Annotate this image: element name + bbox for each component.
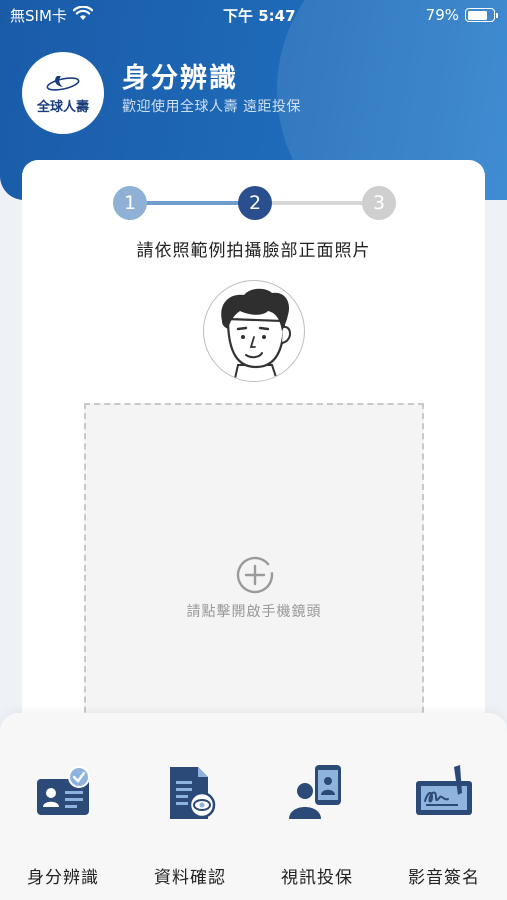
document-eye-icon — [170, 767, 216, 819]
step-2: 2 — [238, 186, 272, 220]
globe-swoosh-icon — [46, 75, 80, 91]
bottom-nav: 身分辨識 資料確認 視訊投保 影音簽名 — [0, 713, 507, 900]
nav-label-identity: 身分辨識 — [27, 868, 99, 888]
step-1: 1 — [113, 186, 147, 220]
page-title: 身分辨識 — [122, 63, 238, 94]
face-illustration-icon — [221, 288, 291, 381]
add-circle-icon — [236, 556, 274, 594]
video-call-icon — [289, 765, 341, 819]
status-bar: 無SIM卡 下午 5:47 79% — [0, 0, 507, 30]
battery-percent: 79% — [425, 6, 459, 24]
status-time: 下午 5:47 — [223, 6, 296, 25]
nav-label-data-confirm: 資料確認 — [154, 868, 226, 888]
instruction-text: 請依照範例拍攝臉部正面照片 — [136, 241, 371, 261]
carrier-label: 無SIM卡 — [10, 6, 67, 25]
face-example-avatar — [203, 280, 305, 382]
nav-label-video-signature: 影音簽名 — [408, 868, 480, 888]
camera-upload-area[interactable]: 請點擊開啟手機鏡頭 — [84, 403, 424, 743]
progress-stepper: 1 2 3 — [113, 186, 396, 220]
main-card: 1 2 3 請依照範例拍攝臉部正面照片 請點擊開啟手機鏡頭 — [22, 160, 485, 760]
page-subtitle: 歡迎使用全球人壽 遠距投保 — [122, 99, 301, 115]
tablet-signature-icon — [416, 765, 472, 815]
nav-label-video-insure: 視訊投保 — [281, 868, 353, 888]
id-card-check-icon — [37, 766, 90, 815]
nav-item-video-insure[interactable]: 視訊投保 — [254, 713, 380, 900]
nav-item-data-confirm[interactable]: 資料確認 — [127, 713, 253, 900]
logo-text: 全球人壽 — [36, 99, 89, 115]
wifi-icon — [72, 5, 94, 25]
nav-item-video-signature[interactable]: 影音簽名 — [381, 713, 507, 900]
step-3: 3 — [362, 186, 396, 220]
battery-icon — [465, 8, 498, 22]
nav-item-identity[interactable]: 身分辨識 — [0, 713, 126, 900]
company-logo: 全球人壽 — [22, 52, 104, 134]
open-camera-label: 請點擊開啟手機鏡頭 — [186, 604, 322, 620]
step-line-done — [130, 201, 255, 205]
